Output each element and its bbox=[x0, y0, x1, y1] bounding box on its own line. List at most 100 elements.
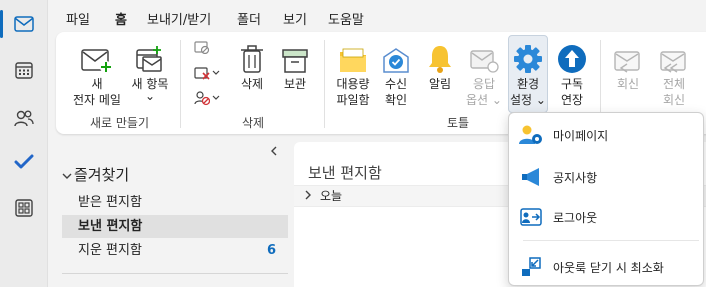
upgrade-icon bbox=[558, 45, 586, 73]
tab-help[interactable]: 도움말 bbox=[328, 9, 364, 28]
delete-button[interactable]: 삭제 bbox=[232, 38, 272, 92]
new-mail-icon bbox=[81, 49, 112, 73]
folder-deleted-label: 지운 편지함 bbox=[78, 243, 142, 258]
calendar-icon bbox=[15, 62, 33, 79]
delete-label: 삭제 bbox=[240, 77, 264, 91]
sign-out-icon bbox=[520, 208, 542, 226]
person-gear-icon bbox=[519, 125, 542, 144]
group-today-label: 오늘 bbox=[320, 189, 343, 203]
rail-people[interactable] bbox=[0, 96, 48, 140]
tab-send-receive[interactable]: 보내기/받기 bbox=[147, 9, 211, 28]
env-settings-label-2: 설정 ⌄ bbox=[510, 93, 546, 107]
apps-icon bbox=[15, 199, 33, 217]
menu-item-logout-label: 로그아웃 bbox=[553, 210, 598, 225]
menu-item-mypage-label: 마이페이지 bbox=[553, 128, 609, 143]
chevron-down-icon bbox=[62, 173, 72, 179]
tab-view[interactable]: 보기 bbox=[283, 9, 307, 28]
menu-item-minimize-on-close[interactable]: 아웃룩 닫기 시 최소화 bbox=[509, 249, 705, 285]
folder-inbox-label: 받은 편지함 bbox=[78, 195, 142, 210]
alerts-label: 알림 bbox=[428, 77, 452, 91]
env-settings-button[interactable]: 환경 설정 ⌄ bbox=[508, 35, 548, 113]
menu-item-notice[interactable]: 공지사항 bbox=[509, 159, 705, 195]
read-receipt-label-2: 확인 bbox=[384, 93, 408, 107]
tab-home[interactable]: 홈 bbox=[115, 9, 127, 34]
menu-item-notice-label: 공지사항 bbox=[553, 170, 598, 185]
menu-item-minimize-label: 아웃룩 닫기 시 최소화 bbox=[553, 260, 664, 275]
folder-sent[interactable]: 보낸 편지함 bbox=[62, 215, 288, 238]
mail-icon bbox=[14, 16, 34, 32]
chevron-down-icon bbox=[212, 70, 220, 75]
rail-mail[interactable] bbox=[0, 2, 48, 46]
tab-folder[interactable]: 폴더 bbox=[237, 9, 261, 28]
pane-divider bbox=[62, 273, 288, 274]
reply-options-button[interactable]: 응답 옵션 ⌄ bbox=[462, 38, 506, 108]
reply-options-label-2: 옵션 ⌄ bbox=[466, 93, 502, 107]
new-mail-label-2: 전자 메일 bbox=[73, 93, 121, 107]
collapse-pane-button[interactable] bbox=[270, 146, 278, 159]
menu-separator bbox=[523, 240, 699, 241]
ignore-button[interactable] bbox=[194, 40, 210, 54]
folder-icon bbox=[340, 48, 366, 72]
reply-all-icon bbox=[660, 51, 686, 73]
subscription-label-2: 연장 bbox=[560, 93, 584, 107]
archive-label: 보관 bbox=[283, 77, 307, 91]
folder-inbox[interactable]: 받은 편지함 bbox=[62, 191, 288, 214]
chevron-left-icon bbox=[271, 146, 277, 156]
rail-apps[interactable] bbox=[0, 186, 48, 230]
large-file-label-2: 파일함 bbox=[336, 93, 370, 107]
reply-options-icon bbox=[470, 50, 499, 73]
menu-item-mypage[interactable]: 마이페이지 bbox=[509, 117, 705, 153]
checkmark-icon bbox=[14, 154, 34, 169]
people-icon bbox=[14, 110, 34, 127]
new-items-button[interactable]: 새 항목 ⌄ bbox=[126, 38, 174, 104]
group-label-delete: 삭제 bbox=[242, 116, 265, 130]
archive-button[interactable]: 보관 bbox=[274, 38, 316, 92]
rail-todo[interactable] bbox=[0, 140, 48, 184]
group-separator bbox=[324, 40, 325, 128]
group-label-new: 새로 만들기 bbox=[90, 116, 150, 130]
group-separator bbox=[180, 40, 181, 128]
ignore-icon bbox=[194, 41, 210, 54]
megaphone-icon bbox=[522, 168, 539, 186]
read-receipt-label-1: 수신 bbox=[384, 77, 408, 91]
alerts-button[interactable]: 알림 bbox=[420, 38, 460, 92]
cleanup-button[interactable] bbox=[194, 66, 220, 80]
junk-button[interactable] bbox=[194, 90, 220, 106]
archive-icon bbox=[282, 49, 308, 73]
favorites-label: 즐겨찾기 bbox=[74, 166, 130, 184]
menu-item-logout[interactable]: 로그아웃 bbox=[509, 199, 705, 235]
rail-calendar[interactable] bbox=[0, 48, 48, 92]
chevron-down-icon bbox=[212, 95, 220, 100]
favorites-header[interactable]: 즐겨찾기 bbox=[62, 164, 129, 185]
bell-icon bbox=[429, 46, 451, 73]
unread-count-badge: 6 bbox=[266, 243, 276, 258]
trash-icon bbox=[241, 45, 263, 73]
chevron-right-icon bbox=[305, 190, 311, 200]
reply-options-label-1: 응답 bbox=[472, 77, 496, 91]
subscription-extend-button[interactable]: 구독 연장 bbox=[552, 38, 592, 108]
message-list-title: 보낸 편지함 bbox=[308, 164, 382, 182]
cleanup-icon bbox=[194, 67, 210, 80]
reply-all-label-1: 전체 bbox=[662, 77, 686, 91]
reply-all-button[interactable]: 전체 회신 bbox=[652, 38, 696, 108]
large-file-label-1: 대용량 bbox=[336, 77, 370, 91]
env-settings-dropdown: 마이페이지 공지사항 로그아웃 아웃룩 닫기 시 최소화 bbox=[508, 112, 704, 286]
reply-icon bbox=[614, 51, 640, 73]
reply-all-label-2: 회신 bbox=[662, 93, 686, 107]
minimize-icon bbox=[522, 257, 541, 276]
group-label-tools: 토틀 bbox=[447, 116, 470, 130]
read-receipt-button[interactable]: 수신 확인 bbox=[376, 38, 416, 108]
reply-label: 회신 bbox=[616, 77, 640, 91]
folder-deleted[interactable]: 지운 편지함 6 bbox=[62, 239, 288, 262]
read-receipt-icon bbox=[383, 48, 409, 73]
large-file-mail-button[interactable]: 대용량 파일함 bbox=[332, 38, 374, 108]
menu-bar: 파일 홈 보내기/받기 폴더 보기 도움말 bbox=[48, 0, 706, 34]
new-mail-button[interactable]: 새 전자 메일 bbox=[68, 38, 126, 108]
new-items-icon bbox=[136, 46, 162, 72]
folder-sent-label: 보낸 편지함 bbox=[78, 219, 143, 234]
gear-icon bbox=[514, 45, 542, 73]
tab-file[interactable]: 파일 bbox=[66, 9, 90, 28]
junk-icon bbox=[194, 91, 210, 106]
app-rail bbox=[0, 0, 48, 287]
reply-button[interactable]: 회신 bbox=[608, 38, 648, 92]
